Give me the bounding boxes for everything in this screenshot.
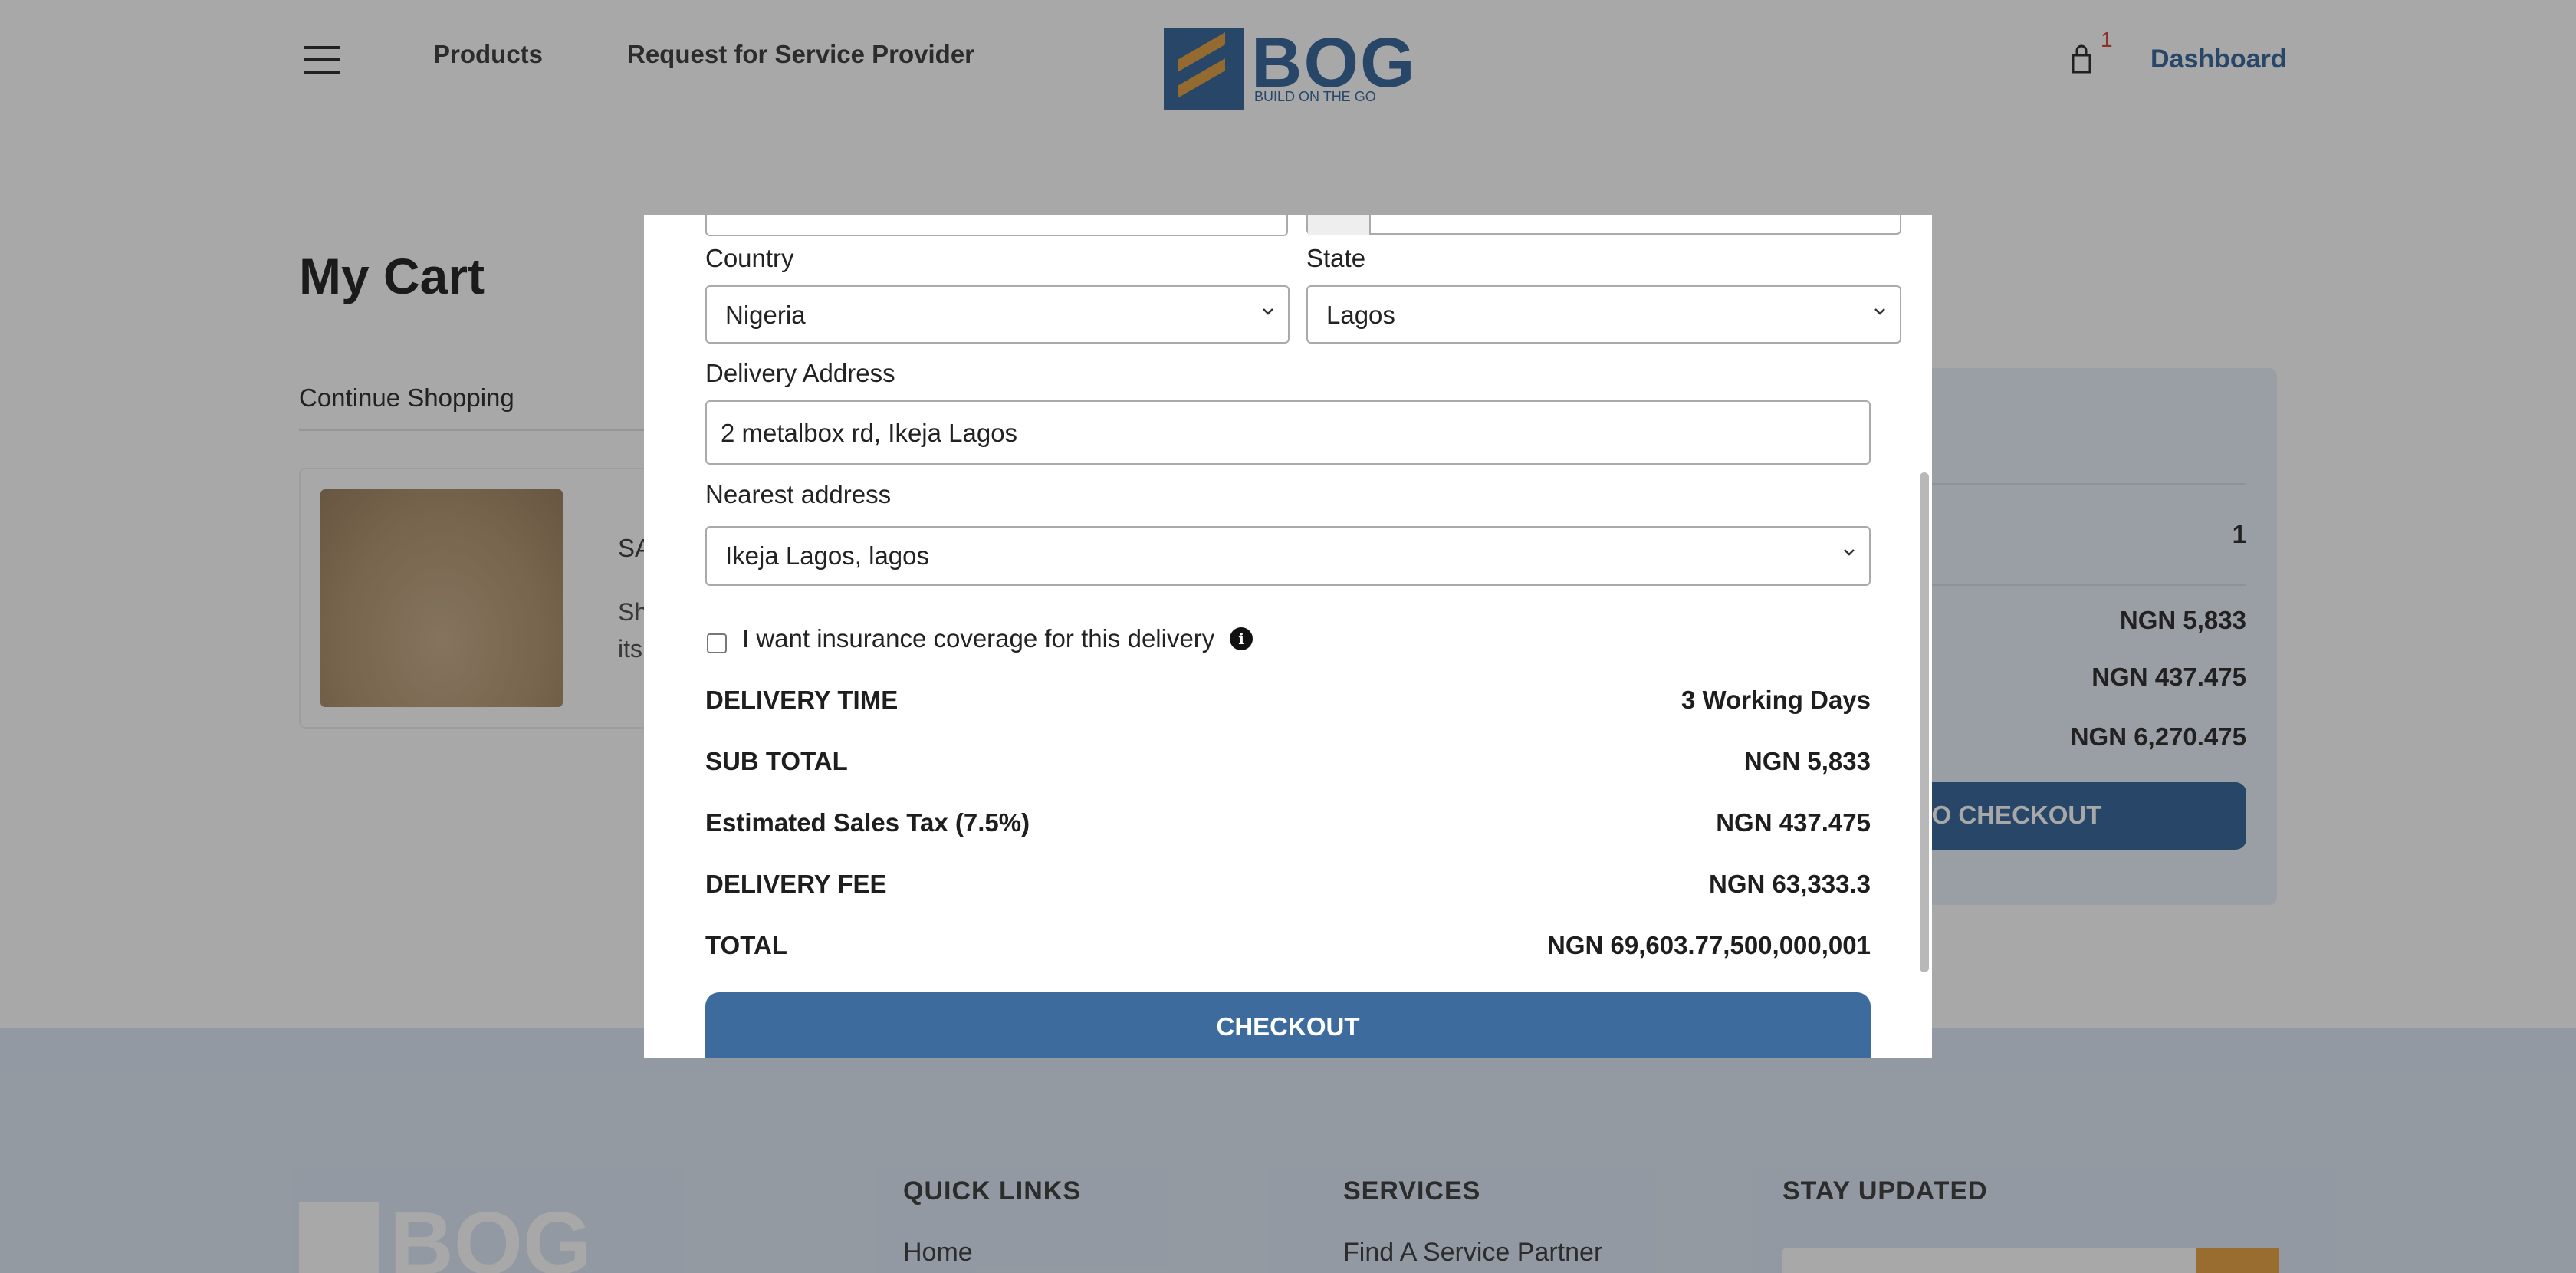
chevron-down-icon [1875,308,1885,315]
info-icon[interactable]: i [1230,627,1253,650]
chevron-down-icon [1844,549,1855,556]
insurance-label: I want insurance coverage for this deliv… [742,624,1215,653]
checkout-button[interactable]: CHECKOUT [705,992,1871,1058]
delivery-address-value: 2 metalbox rd, Ikeja Lagos [721,419,1018,447]
delivery-time-value: 3 Working Days [1681,686,1871,714]
partial-field[interactable] [705,215,1288,236]
delivery-address-input[interactable]: 2 metalbox rd, Ikeja Lagos [705,400,1871,465]
nearest-address-select[interactable]: Ikeja Lagos, lagos [705,526,1871,586]
delivery-address-label: Delivery Address [705,359,895,387]
country-select[interactable]: Nigeria [705,285,1290,344]
phone-prefix [1308,215,1371,235]
total-label: TOTAL [705,931,787,959]
subtotal-label: SUB TOTAL [705,747,848,775]
nearest-address-label: Nearest address [705,480,892,508]
state-select[interactable]: Lagos [1306,285,1901,344]
checkout-modal: Country State Nigeria Lagos Delivery Add… [644,215,1932,1058]
partial-phone-field[interactable] [1306,215,1901,235]
delivery-fee-value: NGN 63,333.3 [1709,870,1871,898]
state-label: State [1306,244,1366,272]
country-value: Nigeria [725,301,806,329]
subtotal-value: NGN 5,833 [1743,747,1871,775]
sales-tax-value: NGN 437.475 [1716,808,1871,837]
checkout-button-label: CHECKOUT [1216,1012,1360,1041]
delivery-fee-label: DELIVERY FEE [705,870,887,898]
total-value: NGN 69,603.77,500,000,001 [1547,931,1871,959]
nearest-address-value: Ikeja Lagos, lagos [725,541,930,570]
country-label: Country [705,244,794,272]
modal-scrollbar-thumb[interactable] [1920,472,1929,972]
state-value: Lagos [1326,301,1395,329]
sales-tax-label: Estimated Sales Tax (7.5%) [705,808,1030,837]
chevron-down-icon [1263,308,1273,315]
delivery-time-label: DELIVERY TIME [705,686,899,714]
insurance-checkbox[interactable] [707,633,727,653]
